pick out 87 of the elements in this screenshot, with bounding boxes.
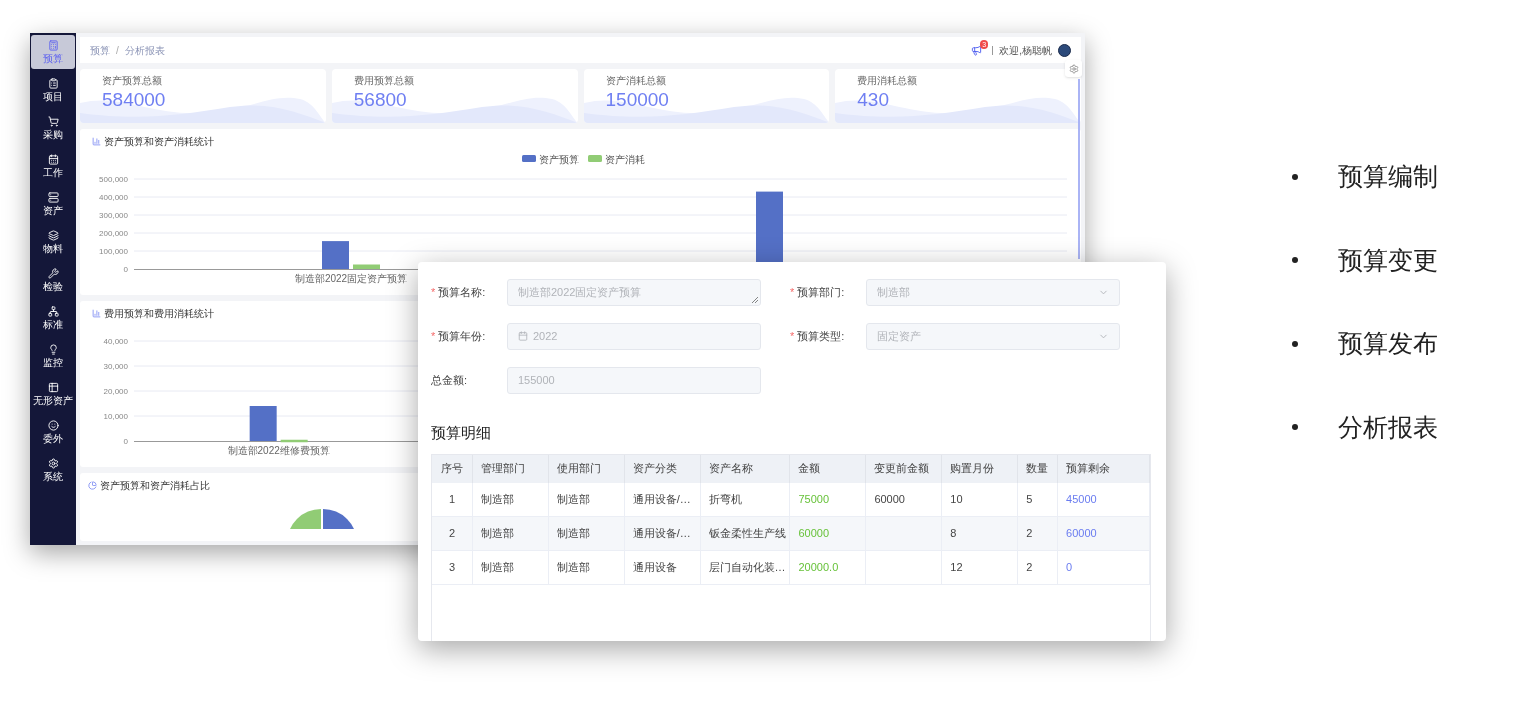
axis-tick-label: 200,000 — [99, 229, 128, 238]
table-cell-text: 2 — [448, 525, 456, 541]
table-cell-text: 2 — [1026, 525, 1033, 541]
column-header: 变更前金额 — [866, 454, 943, 483]
table-cell-text: 制造部 — [480, 525, 514, 541]
table-cell-text: 8 — [950, 525, 957, 541]
table-cell-text: 通用设备 — [632, 559, 677, 575]
table-cell-text: 3 — [448, 559, 456, 575]
table-cell-text: 75000 — [798, 491, 830, 507]
column-header: 购置月份 — [942, 454, 1019, 483]
table-cell-text: 1 — [448, 491, 456, 507]
table-cell-text: 折弯机 — [708, 491, 742, 507]
column-header: 金额 — [790, 454, 867, 483]
sidebar-item[interactable]: 委外 — [31, 415, 75, 449]
field-label: * 预算类型: — [790, 328, 846, 344]
axis-tick-label: 40,000 — [103, 337, 128, 346]
table-cell-text: 45000 — [1066, 491, 1097, 507]
stat-value: 56800 — [353, 88, 407, 112]
stat-value: 150000 — [605, 88, 669, 112]
table-cell-text: 通用设备/… — [632, 525, 691, 541]
column-header: 资产名称 — [700, 454, 791, 483]
axis-tick-label: 20,000 — [103, 387, 128, 396]
table-cell-text: 2 — [1026, 559, 1033, 575]
table-cell-text: 10 — [950, 491, 963, 507]
table-cell-text: 制造部 — [556, 491, 590, 507]
stat-label: 费用消耗总额 — [857, 74, 919, 88]
sidebar-item[interactable]: 标准 — [31, 301, 75, 335]
axis-tick-label: 500,000 — [99, 175, 128, 184]
table-cell-text: 20000.0 — [798, 559, 839, 575]
sidebar-item[interactable]: 资产 — [31, 187, 75, 221]
column-header: 使用部门 — [548, 454, 625, 483]
table-cell-text: 层门自动化装… — [708, 559, 786, 575]
table-cell-text: 制造部 — [556, 559, 590, 575]
axis-tick-label: 0 — [123, 265, 128, 274]
legend-label: 资产预算 — [539, 154, 579, 165]
chart-title: 资产预算和资产消耗统计 — [104, 134, 214, 149]
axis-tick-label: 10,000 — [103, 412, 128, 421]
greeting-text: 欢迎,杨聪帆 — [999, 43, 1052, 58]
chart-title: 费用预算和费用消耗统计 — [104, 306, 214, 321]
feature-item: 分析报表 — [1338, 411, 1438, 443]
column-header: 序号 — [432, 454, 473, 483]
sidebar-item[interactable]: 工作 — [31, 149, 75, 183]
field-label: * 预算部门: — [790, 284, 846, 300]
sidebar-item[interactable]: 监控 — [31, 339, 75, 373]
column-header: 数量 — [1018, 454, 1059, 483]
table-cell-text: 0 — [1066, 559, 1073, 575]
table-cell-text: 60000 — [874, 491, 905, 507]
feature-item: 预算发布 — [1338, 328, 1438, 359]
table-cell-text: 5 — [1026, 491, 1033, 507]
sidebar-item[interactable]: 检验 — [31, 263, 75, 297]
stat-value: 430 — [857, 88, 889, 112]
category-label: 制造部2022维修费预算 — [227, 445, 330, 456]
table-cell-text: 通用设备/… — [632, 491, 691, 507]
table-cell-text: 60000 — [1066, 525, 1097, 541]
sidebar-item[interactable]: 系统 — [31, 453, 75, 487]
sidebar-item[interactable]: 无形资产 — [31, 377, 75, 411]
table-cell-text: 制造部 — [480, 491, 514, 507]
axis-tick-label: 100,000 — [99, 247, 128, 256]
field-label: * 预算年份: — [431, 328, 487, 344]
stat-label: 费用预算总额 — [353, 74, 415, 88]
sidebar-item[interactable]: 项目 — [31, 73, 75, 107]
axis-tick-label: 30,000 — [103, 362, 128, 371]
feature-item: 预算编制 — [1338, 161, 1438, 192]
field-label: 总金额: — [431, 372, 469, 388]
feature-item: 预算变更 — [1338, 244, 1438, 276]
table-cell-text: 制造部 — [556, 525, 590, 541]
axis-tick-label: 300,000 — [99, 211, 128, 220]
chart-title: 资产预算和资产消耗占比 — [100, 478, 210, 493]
sidebar-item[interactable]: 采购 — [31, 111, 75, 145]
stat-value: 584000 — [102, 88, 166, 112]
column-header: 资产分类 — [624, 454, 701, 483]
breadcrumb-separator: / — [116, 43, 119, 58]
table-cell-text: 12 — [950, 559, 963, 575]
axis-tick-label: 400,000 — [99, 193, 128, 202]
column-header: 预算剩余 — [1058, 454, 1150, 483]
sidebar-item[interactable]: 物料 — [31, 225, 75, 259]
category-label: 制造部2022固定资产预算 — [294, 273, 408, 284]
table-cell-text: 制造部 — [480, 559, 514, 575]
stat-label: 资产消耗总额 — [605, 74, 667, 88]
column-header: 管理部门 — [472, 454, 549, 483]
stat-label: 资产预算总额 — [102, 74, 163, 88]
table-cell-text: 钣金柔性生产线 — [708, 525, 786, 541]
legend-label: 资产消耗 — [605, 154, 645, 165]
axis-tick-label: 0 — [123, 437, 128, 446]
section-title: 预算明细 — [431, 423, 492, 443]
table-cell-text: 60000 — [798, 525, 830, 541]
field-label: * 预算名称: — [431, 284, 487, 300]
